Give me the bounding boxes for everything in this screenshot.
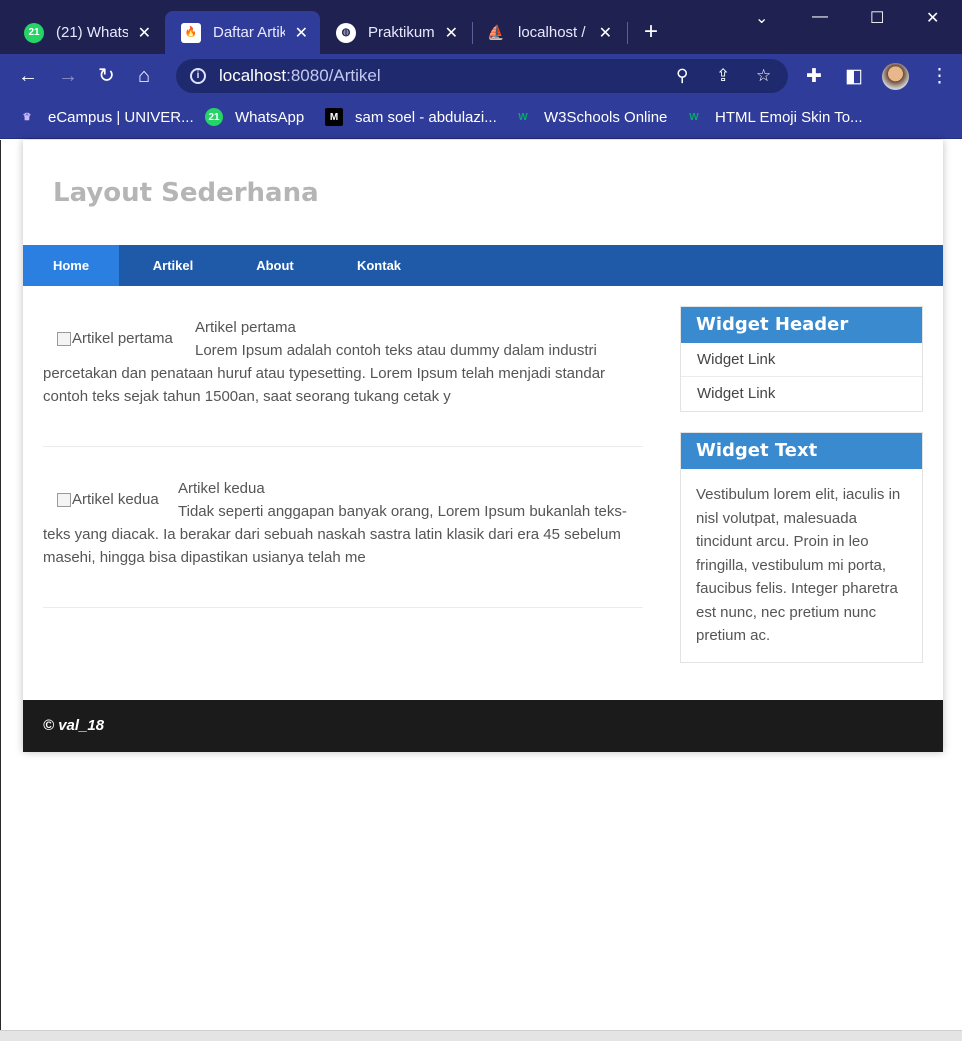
share-icon[interactable]: ⇪ (716, 66, 730, 86)
site-container: Layout Sederhana Home Artikel About Kont… (23, 140, 943, 752)
tab-label: Praktikum (368, 24, 435, 41)
broken-image-icon (57, 331, 71, 346)
bookmark-w3schools[interactable]: W W3Schools Online (514, 107, 667, 127)
tab-praktikum[interactable]: ◍ Praktikum ✕ (320, 11, 470, 54)
back-icon[interactable]: ← (18, 64, 38, 88)
widget-link[interactable]: Widget Link (681, 377, 922, 411)
extensions-icon[interactable]: ✚ (806, 65, 822, 88)
article-image: Artikel pertama (57, 330, 173, 347)
side-panel-icon[interactable]: ◧ (845, 65, 863, 88)
article-item: Artikel kedua Tidak seperti anggapan ban… (43, 447, 643, 608)
main-nav: Home Artikel About Kontak (23, 245, 943, 286)
image-alt-text: Artikel pertama (72, 330, 173, 347)
zoom-icon[interactable]: ⚲ (676, 66, 688, 86)
page-viewport: Layout Sederhana Home Artikel About Kont… (0, 140, 962, 1030)
widget-link[interactable]: Widget Link (681, 343, 922, 377)
address-bar[interactable]: i localhost:8080/Artikel ⚲ ⇪ ☆ (176, 59, 788, 93)
close-tab-icon[interactable]: ✕ (445, 23, 458, 43)
close-window-icon[interactable]: ✕ (926, 8, 939, 28)
bookmark-label: WhatsApp (235, 108, 305, 126)
tab-search-chevron-icon[interactable]: ⌄ (755, 8, 768, 28)
tab-whatsapp[interactable]: 21 (21) WhatsApp ✕ (0, 11, 163, 54)
bookmark-label: HTML Emoji Skin To... (715, 108, 863, 126)
url-path: :8080/Artikel (286, 66, 381, 85)
widget-body-text: Vestibulum lorem elit, iaculis in nisl v… (696, 486, 901, 644)
broken-image-icon (57, 492, 71, 507)
nav-about[interactable]: About (227, 245, 323, 286)
os-taskbar (0, 1030, 962, 1041)
tab-label: localhost / (518, 24, 586, 41)
main-content: Artikel pertama Lorem Ipsum adalah conto… (43, 286, 643, 608)
site-header: Layout Sederhana (23, 140, 943, 245)
article-item: Artikel pertama Lorem Ipsum adalah conto… (43, 286, 643, 447)
w3schools-icon: W (689, 111, 699, 123)
w3schools-icon: W (518, 111, 528, 123)
footer-copyright: © val_18 (43, 717, 105, 734)
site-title: Layout Sederhana (53, 178, 319, 208)
bookmark-html-emoji[interactable]: W HTML Emoji Skin To... (685, 107, 863, 127)
close-tab-icon[interactable]: ✕ (295, 23, 308, 43)
globe-icon: ◍ (336, 22, 356, 43)
bookmarks-bar: ♛ eCampus | UNIVER... 21 WhatsApp M sam … (0, 99, 962, 139)
tab-strip: 21 (21) WhatsApp ✕ 🔥 Daftar Artikel ✕ ◍ … (0, 0, 962, 54)
browser-toolbar: ← → ↻ ⌂ i localhost:8080/Artikel ⚲ ⇪ ☆ ✚… (0, 54, 962, 99)
widget-links: Widget Header Widget Link Widget Link (680, 306, 923, 412)
maximize-icon[interactable]: ☐ (870, 8, 884, 28)
reload-icon[interactable]: ↻ (98, 64, 115, 88)
nav-home[interactable]: Home (23, 245, 119, 286)
bookmark-star-icon[interactable]: ☆ (756, 66, 771, 86)
home-icon[interactable]: ⌂ (138, 64, 150, 88)
bookmark-label: sam soel - abdulazi... (355, 108, 497, 126)
url-host: localhost (219, 66, 287, 85)
codeigniter-flame-icon: 🔥 (181, 22, 201, 43)
bookmark-label: W3Schools Online (544, 108, 668, 126)
tab-daftar-artikel[interactable]: 🔥 Daftar Artikel ✕ (165, 11, 320, 54)
widget-text: Widget Text Vestibulum lorem elit, iacul… (680, 432, 923, 663)
site-footer: © val_18 (23, 700, 943, 752)
article-image: Artikel kedua (57, 491, 159, 508)
widget-header: Widget Text (681, 433, 922, 469)
forward-icon[interactable]: → (58, 64, 78, 88)
medium-icon: M (325, 108, 343, 126)
menu-kebab-icon[interactable]: ⋮ (930, 65, 949, 88)
sidebar: Widget Header Widget Link Widget Link Wi… (680, 306, 923, 683)
tab-separator (472, 22, 473, 44)
phpmyadmin-icon: ⛵ (487, 24, 505, 40)
tab-label: (21) WhatsApp (56, 24, 128, 41)
close-tab-icon[interactable]: ✕ (138, 23, 151, 43)
ecampus-icon: ♛ (22, 111, 32, 123)
profile-avatar[interactable] (882, 63, 909, 90)
url-text[interactable]: localhost:8080/Artikel (219, 66, 381, 86)
bookmark-ecampus[interactable]: ♛ eCampus | UNIVER... (18, 107, 194, 127)
bookmark-label: eCampus | UNIVER... (48, 108, 194, 126)
nav-kontak[interactable]: Kontak (323, 245, 435, 286)
whatsapp-icon: 21 (24, 22, 44, 43)
minimize-icon[interactable]: — (812, 8, 828, 26)
tab-separator (627, 22, 628, 44)
tab-localhost-phpmyadmin[interactable]: ⛵ localhost / ✕ (474, 11, 624, 54)
site-info-icon[interactable]: i (190, 68, 206, 84)
widget-header: Widget Header (681, 307, 922, 343)
image-alt-text: Artikel kedua (72, 491, 159, 508)
close-tab-icon[interactable]: ✕ (599, 23, 612, 43)
tab-label: Daftar Artikel (213, 24, 285, 41)
new-tab-icon[interactable]: + (644, 20, 658, 44)
whatsapp-icon: 21 (205, 108, 223, 126)
bookmark-whatsapp[interactable]: 21 WhatsApp (205, 107, 304, 127)
bookmark-sam-soel[interactable]: M sam soel - abdulazi... (325, 107, 497, 127)
nav-artikel[interactable]: Artikel (119, 245, 227, 286)
